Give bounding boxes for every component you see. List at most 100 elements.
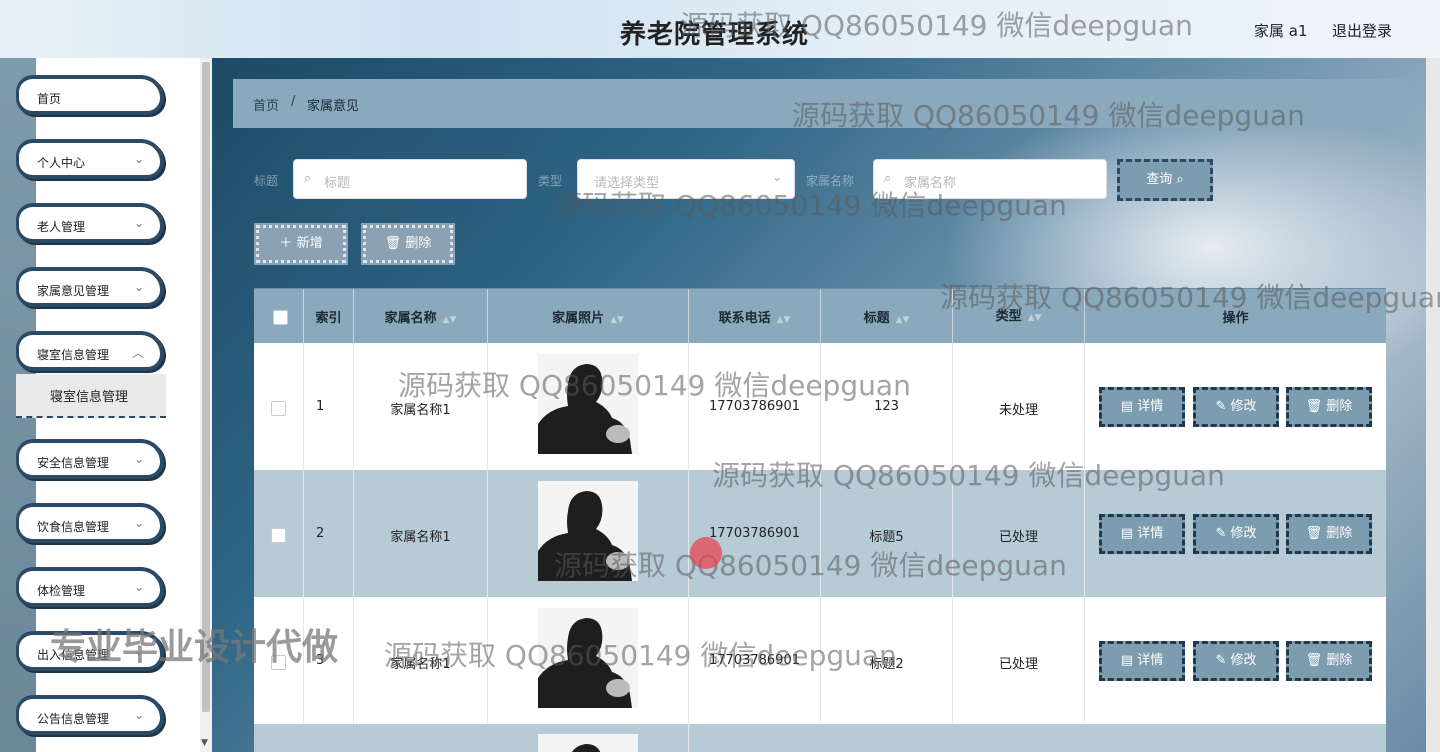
sidebar-item-access[interactable]: 出入信息管理 ⌄ xyxy=(16,631,164,671)
submenu-item-label: 寝室信息管理 xyxy=(50,390,129,405)
header-index: 索引 xyxy=(304,289,354,343)
header-family-name[interactable]: 家属名称 ▲▼ xyxy=(354,289,488,343)
detail-button[interactable]: ▤ 详情 xyxy=(1099,641,1185,681)
add-label: 新增 xyxy=(296,236,323,251)
scroll-down-arrow-icon[interactable]: ▼ xyxy=(201,738,208,748)
chevron-down-icon: ⌄ xyxy=(771,170,782,184)
type-placeholder: 请选择类型 xyxy=(594,176,660,191)
query-button[interactable]: 查询 ⌕ xyxy=(1117,159,1213,201)
header-phone[interactable]: 联系电话 ▲▼ xyxy=(689,289,821,343)
name-search-input[interactable]: ⌕ 家属名称 xyxy=(873,159,1107,199)
index-cell: 3 xyxy=(304,597,354,724)
table-row: 1 家属名称1 17703786901 123 未处理 ▤ 详情 ✎ 修改 🗑︎… xyxy=(254,343,1386,471)
name-filter-label: 家属名称 xyxy=(806,174,855,188)
sidebar-item-diet[interactable]: 饮食信息管理 ⌄ xyxy=(16,503,164,543)
photo-cell xyxy=(488,724,689,752)
top-header: 养老院管理系统 家属 a1 退出登录 xyxy=(0,0,1440,58)
batch-delete-button[interactable]: 🗑︎ 删除 xyxy=(361,223,455,265)
photo-cell xyxy=(488,343,689,470)
edit-button[interactable]: ✎ 修改 xyxy=(1193,387,1279,427)
select-all-checkbox[interactable] xyxy=(273,310,288,325)
detail-button[interactable]: ▤ 详情 xyxy=(1099,514,1185,554)
edit-button[interactable]: ✎ 修改 xyxy=(1193,514,1279,554)
family-photo[interactable] xyxy=(538,481,638,581)
phone-cell: 17703786901 xyxy=(689,470,821,597)
row-checkbox[interactable] xyxy=(271,528,286,543)
search-icon: ⌕ xyxy=(884,171,892,186)
delete-label: 删除 xyxy=(405,236,432,251)
sidebar-item-label: 体检管理 xyxy=(37,584,86,598)
header-actions: 操作 xyxy=(1085,289,1386,343)
sidebar-item-personal-center[interactable]: 个人中心 ⌄ xyxy=(16,139,164,179)
sidebar-item-dormitory[interactable]: 寝室信息管理 ︿ xyxy=(16,331,164,371)
family-photo[interactable] xyxy=(538,354,638,454)
row-checkbox[interactable] xyxy=(271,655,286,670)
sidebar-item-family-opinion[interactable]: 家属意见管理 ⌄ xyxy=(16,267,164,307)
page-scrollbar[interactable] xyxy=(1426,58,1440,752)
header-type[interactable]: 类型 ▲▼ xyxy=(953,289,1085,343)
main-content: 首页 / 家属意见 标题 ⌕ 标题 类型 请选择类型 ⌄ 家属名称 ⌕ 家属名称… xyxy=(212,58,1432,752)
title-cell: 标题2 xyxy=(821,597,953,724)
type-filter-label: 类型 xyxy=(538,174,563,188)
submenu-item-dormitory[interactable]: 寝室信息管理 xyxy=(16,374,166,418)
add-button[interactable]: ＋ 新增 xyxy=(254,223,348,265)
trash-icon: 🗑︎ xyxy=(1305,653,1327,668)
index-cell: 2 xyxy=(304,470,354,597)
type-cell: 未处理 xyxy=(953,343,1085,470)
sidebar: 首页 个人中心 ⌄ 老人管理 ⌄ 家属意见管理 ⌄ 寝室信息管理 ︿ 寝室信息管… xyxy=(0,58,200,752)
type-select[interactable]: 请选择类型 ⌄ xyxy=(577,159,795,199)
sidebar-item-label: 寝室信息管理 xyxy=(37,348,110,362)
sidebar-item-label: 安全信息管理 xyxy=(37,456,110,470)
sidebar-item-label: 家属意见管理 xyxy=(37,284,110,298)
header-title[interactable]: 标题 ▲▼ xyxy=(821,289,953,343)
current-user: 家属 a1 xyxy=(1254,22,1308,40)
title-cell: 标题5 xyxy=(821,470,953,597)
header-family-photo[interactable]: 家属照片 ▲▼ xyxy=(488,289,689,343)
title-filter-label: 标题 xyxy=(254,174,279,188)
breadcrumb-current: 家属意见 xyxy=(307,99,360,114)
trash-icon: 🗑︎ xyxy=(1305,526,1327,541)
sidebar-item-label: 公告信息管理 xyxy=(37,712,110,726)
header-select-cell xyxy=(254,289,304,343)
title-search-input[interactable]: ⌕ 标题 xyxy=(293,159,527,199)
document-icon: ▤ xyxy=(1120,399,1138,414)
detail-button[interactable]: ▤ 详情 xyxy=(1099,387,1185,427)
cursor-indicator xyxy=(690,537,722,569)
sidebar-item-label: 首页 xyxy=(37,92,62,106)
actions-cell: ▤ 详情 ✎ 修改 🗑︎ 删除 xyxy=(1085,470,1386,597)
actions-cell: ▤ 详情 ✎ 修改 🗑︎ 删除 xyxy=(1085,597,1386,724)
table-row xyxy=(254,724,1386,752)
sidebar-scrollbar[interactable]: ▼ xyxy=(200,58,212,752)
logout-link[interactable]: 退出登录 xyxy=(1332,20,1392,41)
table-row: 3 家属名称1 17703786901 标题2 已处理 ▤ 详情 ✎ 修改 🗑︎… xyxy=(254,597,1386,725)
table-row: 2 家属名称1 17703786901 标题5 已处理 ▤ 详情 ✎ 修改 🗑︎… xyxy=(254,470,1386,598)
chevron-down-icon: ⌄ xyxy=(133,516,144,530)
sidebar-item-home[interactable]: 首页 xyxy=(16,75,164,115)
select-cell xyxy=(254,343,304,470)
sidebar-item-checkup[interactable]: 体检管理 ⌄ xyxy=(16,567,164,607)
select-cell xyxy=(254,470,304,597)
search-icon: ⌕ xyxy=(1176,172,1184,187)
row-checkbox[interactable] xyxy=(271,401,286,416)
sidebar-item-label: 出入信息管理 xyxy=(37,648,110,662)
sidebar-item-elderly[interactable]: 老人管理 ⌄ xyxy=(16,203,164,243)
app-title: 养老院管理系统 xyxy=(620,20,810,50)
delete-button[interactable]: 🗑︎ 删除 xyxy=(1286,387,1372,427)
index-cell: 1 xyxy=(304,343,354,470)
chevron-down-icon: ⌄ xyxy=(133,152,144,166)
chevron-down-icon: ⌄ xyxy=(133,580,144,594)
trash-icon: 🗑︎ xyxy=(384,236,406,251)
delete-button[interactable]: 🗑︎ 删除 xyxy=(1286,514,1372,554)
family-photo[interactable] xyxy=(538,608,638,708)
sidebar-item-safety[interactable]: 安全信息管理 ⌄ xyxy=(16,439,164,479)
breadcrumb-home[interactable]: 首页 xyxy=(253,95,279,114)
edit-button[interactable]: ✎ 修改 xyxy=(1193,641,1279,681)
delete-button[interactable]: 🗑︎ 删除 xyxy=(1286,641,1372,681)
header-label: 联系电话 ▲▼ xyxy=(718,311,791,326)
scrollbar-thumb[interactable] xyxy=(202,62,210,712)
opinion-table: 索引 家属名称 ▲▼ 家属照片 ▲▼ 联系电话 ▲▼ 标题 ▲▼ 类型 ▲▼ 操作 xyxy=(254,288,1386,752)
sidebar-item-notice[interactable]: 公告信息管理 ⌄ xyxy=(16,695,164,735)
phone-cell: 17703786901 xyxy=(689,343,821,470)
family-photo[interactable] xyxy=(538,734,638,752)
title-placeholder: 标题 xyxy=(324,176,351,191)
